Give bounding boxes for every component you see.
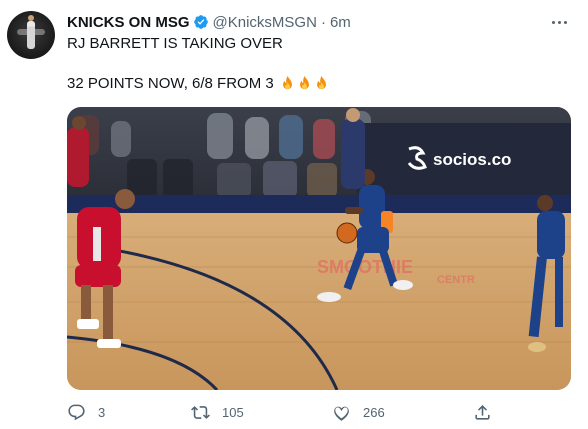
tweet-text-stats: 32 POINTS NOW, 6/8 FROM 3 — [67, 75, 274, 92]
retweet-icon — [191, 405, 210, 419]
tweet-actions: 3 105 266 — [67, 398, 507, 426]
fire-emoji-icon — [299, 75, 309, 90]
basketball-court-scene: socios.co SMOOTHIE CENTR — [67, 107, 571, 390]
tweet-media-video[interactable]: socios.co SMOOTHIE CENTR — [67, 107, 571, 390]
separator-dot: · — [320, 13, 326, 31]
share-icon — [475, 404, 490, 420]
timestamp[interactable]: 6m — [330, 14, 351, 31]
baseline-band — [67, 195, 571, 215]
avatar-player-figure — [27, 15, 35, 49]
reply-button[interactable]: 3 — [67, 398, 105, 426]
like-button[interactable]: 266 — [332, 398, 385, 426]
basketball — [336, 222, 358, 244]
avatar[interactable] — [7, 11, 55, 59]
tweet-text-line-2: 32 POINTS NOW, 6/8 FROM 3 — [67, 75, 329, 92]
reply-count: 3 — [98, 404, 106, 420]
more-icon[interactable] — [546, 12, 572, 32]
like-count: 266 — [363, 404, 385, 420]
like-icon — [334, 406, 349, 421]
reply-icon — [68, 404, 85, 420]
share-button[interactable] — [473, 398, 492, 426]
fire-emoji-icon — [282, 75, 292, 90]
fire-emoji-group — [278, 75, 329, 92]
more-dot — [557, 20, 561, 24]
tweet-text-line-1: RJ BARRETT IS TAKING OVER — [67, 35, 283, 52]
retweet-count: 105 — [222, 404, 244, 420]
tweet-header: KNICKS ON MSG @KnicksMSGN · 6m — [67, 12, 351, 32]
sponsor-text: socios.co — [433, 150, 511, 169]
more-dot — [563, 20, 567, 24]
verified-badge-icon — [193, 15, 208, 29]
retweet-button[interactable]: 105 — [191, 398, 244, 426]
more-dot — [551, 20, 555, 24]
court-text-1: SMOOTHIE — [317, 257, 413, 277]
fire-emoji-icon — [316, 75, 326, 90]
court-text-2: CENTR — [437, 274, 475, 286]
author-name[interactable]: KNICKS ON MSG — [67, 14, 190, 31]
author-handle[interactable]: @KnicksMSGN — [213, 14, 317, 31]
